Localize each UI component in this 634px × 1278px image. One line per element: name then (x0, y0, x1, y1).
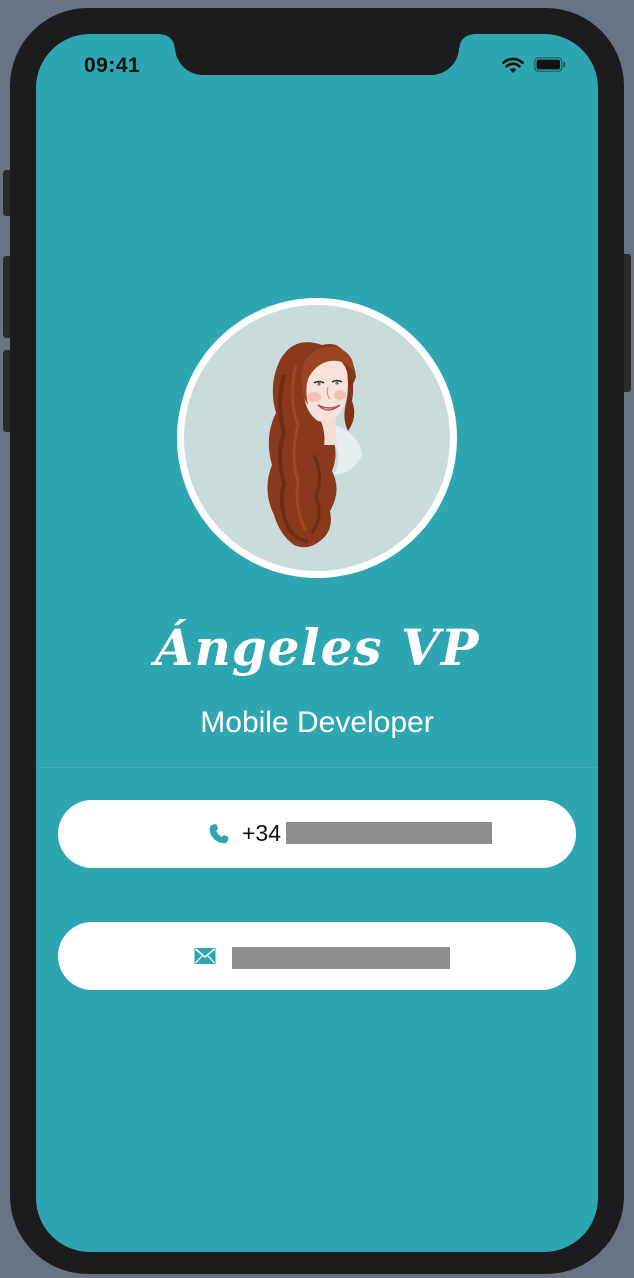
device-notch (161, 34, 473, 75)
avatar (177, 298, 457, 578)
wifi-icon (502, 57, 524, 73)
phone-contact-button[interactable]: +34 (58, 800, 576, 868)
battery-icon (534, 57, 566, 72)
envelope-icon (194, 948, 216, 964)
redacted-email-address (232, 947, 450, 969)
phone-frame: 09:41 Ángeles VP Mobile Developer +34 (10, 8, 624, 1274)
phone-prefix: +34 (242, 820, 282, 846)
status-time: 09:41 (84, 54, 141, 77)
phone-icon (209, 824, 229, 844)
redacted-phone-number (286, 822, 492, 844)
divider (36, 767, 598, 768)
profile-name: Ángeles VP (154, 618, 480, 677)
illustrated-portrait-icon (267, 342, 362, 548)
app-screen: 09:41 Ángeles VP Mobile Developer +34 (36, 34, 598, 1252)
email-contact-button[interactable] (58, 922, 576, 990)
profile-title: Mobile Developer (200, 706, 434, 739)
avatar-background (184, 305, 450, 571)
simulator-stage: 09:41 Ángeles VP Mobile Developer +34 (0, 0, 634, 1278)
